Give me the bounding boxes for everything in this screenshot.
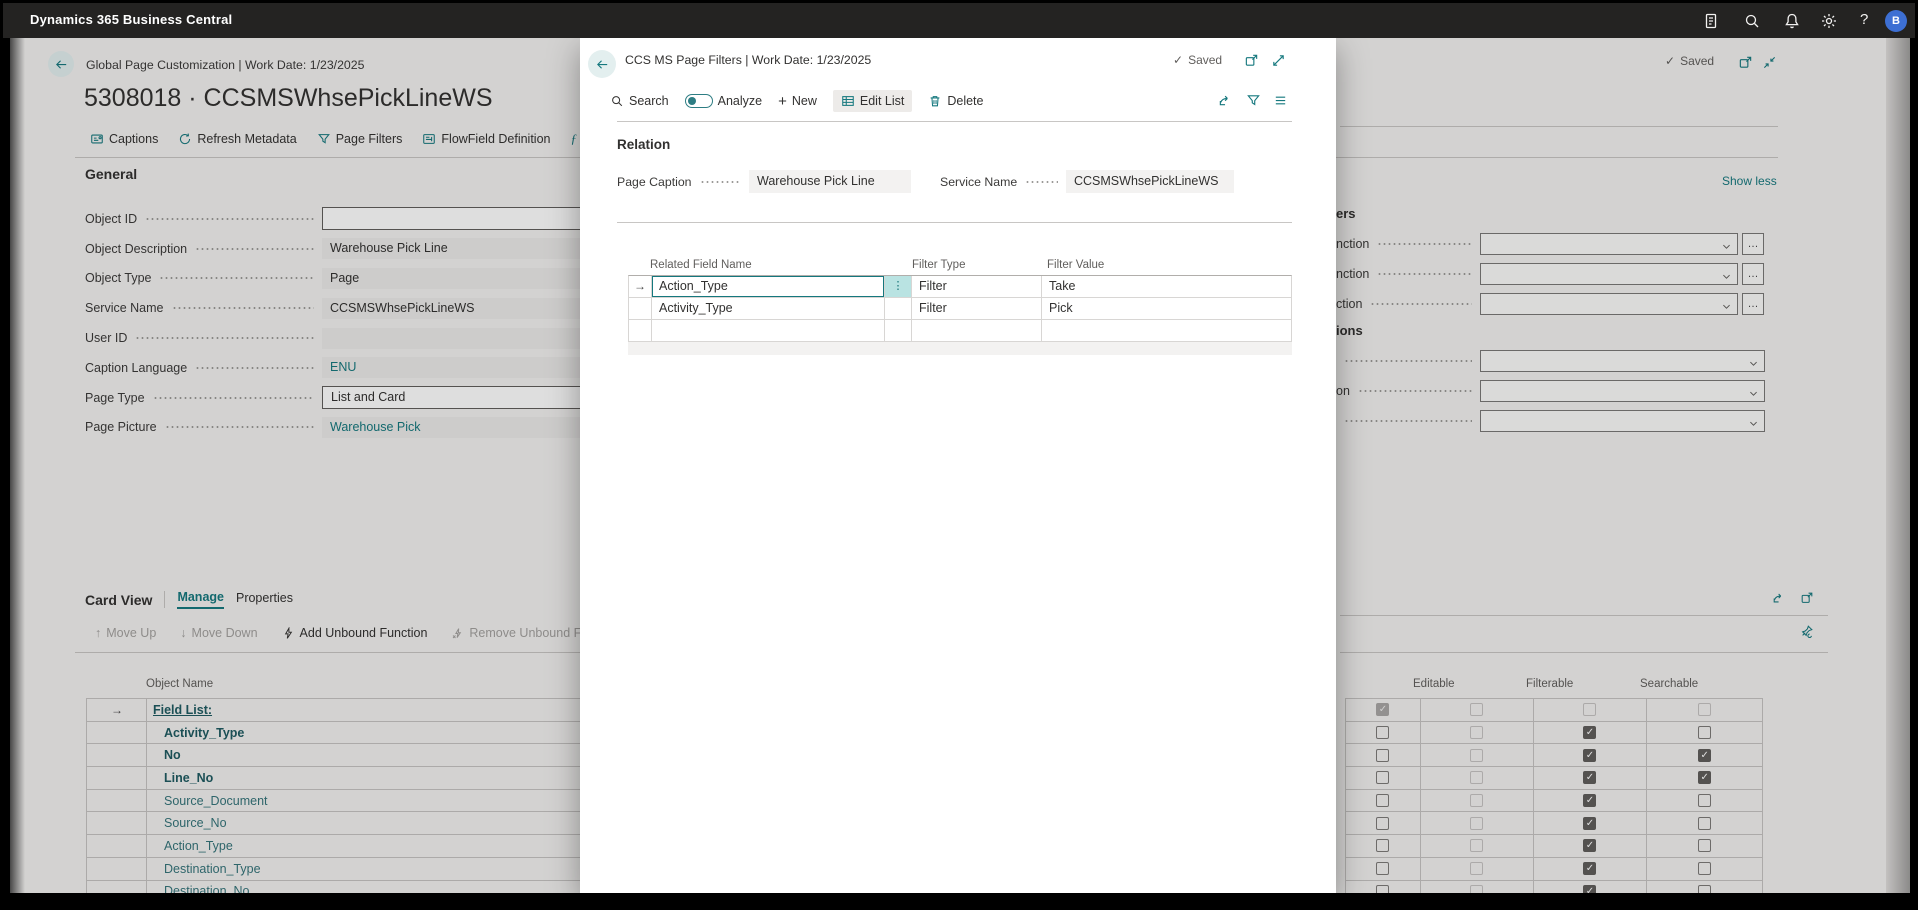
share-icon[interactable] [1218, 93, 1233, 108]
related-field-name-cell[interactable]: Action_Type [651, 276, 884, 297]
analyze-label: Analyze [718, 94, 762, 108]
filters-table: → Action_Type ⋮ Filter Take Activity_Typ… [628, 275, 1292, 342]
notifications-icon[interactable] [1783, 12, 1801, 30]
trash-icon [928, 94, 942, 108]
assist-edit-button[interactable]: ⋮ [884, 276, 911, 297]
top-navigation-bar: Dynamics 365 Business Central ? B [3, 3, 1915, 38]
search-button[interactable]: Search [610, 94, 669, 108]
filter-type-cell[interactable]: Filter [911, 298, 1041, 319]
screen: Dynamics 365 Business Central ? B Global… [0, 0, 1918, 910]
dialog-breadcrumb[interactable]: CCS MS Page Filters | Work Date: 1/23/20… [625, 53, 871, 67]
window-right-edge [1886, 38, 1910, 893]
help-icon[interactable]: ? [1860, 11, 1868, 29]
assist-edit-button[interactable] [884, 298, 911, 319]
settings-icon[interactable] [1820, 12, 1838, 30]
edit-list-button[interactable]: Edit List [833, 90, 912, 112]
filter-row[interactable]: → Action_Type ⋮ Filter Take [629, 276, 1291, 298]
delete-label: Delete [947, 94, 983, 108]
plus-icon: + [778, 93, 787, 110]
filter-row[interactable]: Activity_Type Filter Pick [629, 298, 1291, 320]
back-arrow-icon [595, 57, 610, 72]
filter-type-cell[interactable]: Filter [911, 276, 1041, 297]
delete-button[interactable]: Delete [928, 94, 983, 108]
filter-icon[interactable] [1246, 93, 1261, 108]
new-label: New [792, 94, 817, 108]
new-button[interactable]: + New [778, 93, 817, 110]
fullscreen-icon[interactable] [1271, 53, 1286, 68]
filter-value-cell[interactable]: Take [1041, 276, 1291, 297]
filter-type-header[interactable]: Filter Type [912, 259, 965, 271]
relation-section-heading[interactable]: Relation [617, 137, 670, 152]
dialog-save-status: ✓ Saved [1173, 53, 1222, 67]
service-name-field: Service Name CCSMSWhsePickLineWS [940, 170, 1234, 193]
divider [617, 121, 1292, 122]
saved-label: Saved [1188, 53, 1222, 67]
page-caption-value[interactable]: Warehouse Pick Line [749, 170, 911, 193]
toggle-switch-icon[interactable] [685, 94, 713, 108]
filter-value-header[interactable]: Filter Value [1047, 259, 1104, 271]
window-left-edge [10, 38, 25, 893]
view-options-icon[interactable] [1273, 93, 1288, 108]
row-indicator [629, 320, 651, 341]
analyze-toggle[interactable]: Analyze [685, 94, 762, 108]
related-field-name-header[interactable]: Related Field Name [650, 259, 752, 271]
app-title[interactable]: Dynamics 365 Business Central [30, 12, 232, 27]
edit-list-icon [841, 94, 855, 108]
divider [617, 222, 1292, 223]
related-field-name-cell[interactable] [651, 320, 884, 341]
page-caption-field: Page Caption Warehouse Pick Line [617, 170, 911, 193]
service-name-label: Service Name [940, 175, 1017, 189]
related-field-name-cell[interactable]: Activity_Type [651, 298, 884, 319]
search-icon [610, 94, 624, 108]
filter-type-cell[interactable] [911, 320, 1041, 341]
filter-row[interactable] [629, 320, 1291, 342]
dialog-back-button[interactable] [588, 50, 616, 78]
avatar[interactable]: B [1885, 10, 1907, 32]
service-name-value[interactable]: CCSMSWhsePickLineWS [1066, 170, 1234, 193]
assist-edit-button[interactable] [884, 320, 911, 341]
row-indicator [629, 298, 651, 319]
dialog-toolbar: Search Analyze + New Edit List Delete [610, 88, 983, 114]
search-icon[interactable] [1743, 12, 1761, 30]
page-filters-dialog: CCS MS Page Filters | Work Date: 1/23/20… [580, 38, 1336, 893]
filter-value-cell[interactable]: Pick [1041, 298, 1291, 319]
row-indicator: → [629, 276, 651, 297]
table-end-band [628, 342, 1292, 355]
check-icon: ✓ [1173, 53, 1183, 67]
page-caption-label: Page Caption [617, 175, 692, 189]
filter-value-cell[interactable] [1041, 320, 1291, 341]
edit-list-label: Edit List [860, 94, 904, 108]
open-in-window-icon[interactable] [1244, 53, 1259, 68]
search-label: Search [629, 94, 669, 108]
tell-me-icon[interactable] [1702, 12, 1720, 30]
